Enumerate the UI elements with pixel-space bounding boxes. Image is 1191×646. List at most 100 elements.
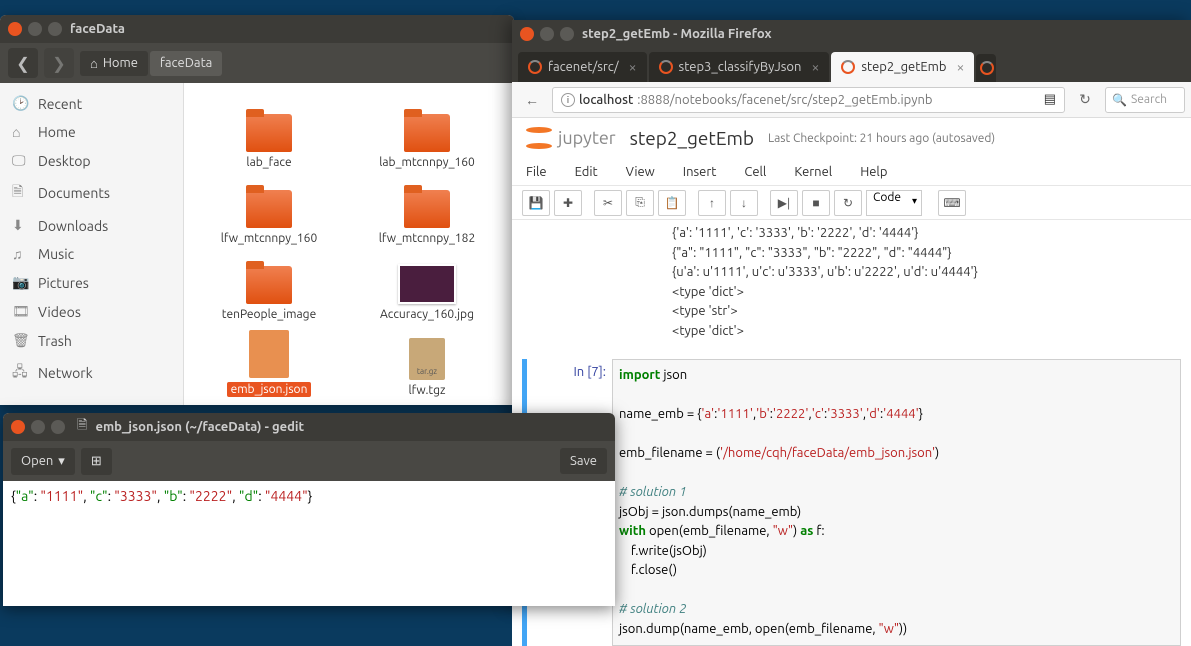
menu-help[interactable]: Help — [860, 165, 887, 179]
sidebar-label: Recent — [38, 96, 82, 112]
file-item[interactable]: emb_json.json — [190, 325, 348, 401]
file-manager-content[interactable]: lab_facelab_mtcnnpy_160lfw_mtcnnpy_160lf… — [184, 83, 514, 405]
sidebar-label: Videos — [38, 304, 81, 320]
sidebar-item-videos[interactable]: 🎞Videos — [0, 297, 183, 326]
jupyter-icon — [526, 125, 552, 151]
breadcrumb-current[interactable]: faceData — [150, 51, 222, 76]
search-input[interactable]: 🔍 Search — [1105, 87, 1185, 113]
restart-button[interactable]: ↻ — [834, 190, 862, 216]
back-button[interactable]: ← — [518, 87, 546, 113]
browser-tab[interactable]: step2_getEmb× — [831, 52, 974, 82]
sidebar-icon: 🖵 — [12, 152, 28, 169]
back-button[interactable]: ❮ — [8, 48, 38, 78]
file-manager-titlebar[interactable]: faceData — [0, 15, 514, 43]
file-item[interactable]: tenPeople_image — [190, 249, 348, 325]
copy-button[interactable]: ⎘ — [626, 190, 654, 216]
sidebar-item-downloads[interactable]: ⬇Downloads — [0, 211, 183, 240]
move-down-button[interactable]: ↓ — [730, 190, 758, 216]
minimize-icon[interactable] — [28, 22, 42, 36]
address-bar: ← i localhost:8888/notebooks/facenet/src… — [512, 82, 1191, 118]
sidebar-label: Home — [38, 124, 76, 140]
sidebar-icon: 🗎 — [12, 181, 28, 205]
file-icon: 🗎 — [77, 416, 87, 438]
file-item[interactable]: lab_mtcnnpy_160 — [348, 97, 506, 173]
command-palette-button[interactable]: ⌨ — [938, 190, 966, 216]
sidebar-icon: 🗑 — [12, 332, 28, 349]
sidebar-icon: 🖧 — [12, 361, 28, 385]
menu-cell[interactable]: Cell — [744, 165, 766, 179]
menu-edit[interactable]: Edit — [575, 165, 598, 179]
file-item[interactable]: lfw_mtcnnpy_160 — [190, 173, 348, 249]
sidebar-item-network[interactable]: 🖧Network — [0, 355, 183, 391]
jupyter-favicon-icon — [528, 60, 542, 74]
sidebar-item-trash[interactable]: 🗑 Trash — [0, 326, 183, 355]
folder-icon — [246, 190, 292, 228]
forward-button[interactable]: ❯ — [44, 48, 74, 78]
url-input[interactable]: i localhost:8888/notebooks/facenet/src/s… — [552, 87, 1065, 113]
sidebar-item-desktop[interactable]: 🖵Desktop — [0, 146, 183, 175]
cut-button[interactable]: ✂ — [594, 190, 622, 216]
close-icon[interactable] — [8, 22, 22, 36]
file-item[interactable]: Accuracy_160.jpg — [348, 249, 506, 325]
jupyter-favicon-icon — [659, 60, 673, 74]
file-item[interactable]: lfw_mtcnnpy_182 — [348, 173, 506, 249]
sidebar-label: Pictures — [38, 275, 89, 291]
run-button[interactable]: ▶| — [770, 190, 798, 216]
paste-button[interactable]: 📋 — [658, 190, 686, 216]
tab-close-icon[interactable]: × — [629, 59, 637, 75]
maximize-icon[interactable] — [560, 27, 574, 41]
new-tab-button[interactable]: ⊞ — [81, 448, 112, 475]
info-icon[interactable]: i — [561, 93, 575, 107]
maximize-icon[interactable] — [51, 420, 65, 434]
firefox-titlebar[interactable]: step2_getEmb - Mozilla Firefox — [512, 20, 1191, 48]
sidebar-item-music[interactable]: ♫Music — [0, 240, 183, 268]
image-icon — [398, 264, 456, 304]
menu-file[interactable]: File — [526, 165, 547, 179]
file-label: lfw_mtcnnpy_160 — [221, 232, 317, 245]
file-label: emb_json.json — [227, 382, 312, 397]
browser-tab[interactable]: facenet/src/× — [518, 52, 647, 82]
minimize-icon[interactable] — [540, 27, 554, 41]
code-editor[interactable]: import json name_emb = {'a':'1111','b':'… — [612, 359, 1181, 646]
close-icon[interactable] — [11, 420, 25, 434]
sidebar-item-documents[interactable]: 🗎Documents — [0, 175, 183, 211]
file-item[interactable]: lfw.tgz — [348, 325, 506, 401]
add-cell-button[interactable]: ✚ — [554, 190, 582, 216]
jupyter-header: jupyter step2_getEmb Last Checkpoint: 21… — [512, 118, 1191, 158]
save-button[interactable]: 💾 — [522, 190, 550, 216]
browser-tab[interactable]: step3_classifyByJson× — [649, 52, 830, 82]
notebook-title[interactable]: step2_getEmb — [630, 127, 754, 149]
file-manager-window: faceData ❮ ❯ ⌂Home faceData 🕑Recent⌂Home… — [0, 15, 514, 405]
file-item[interactable]: lab_face — [190, 97, 348, 173]
sidebar-label: Trash — [38, 333, 72, 349]
cell-type-select[interactable]: Code — [866, 190, 922, 216]
sidebar-item-recent[interactable]: 🕑Recent — [0, 89, 183, 118]
maximize-icon[interactable] — [48, 22, 62, 36]
menu-view[interactable]: View — [626, 165, 655, 179]
close-icon[interactable] — [520, 27, 534, 41]
search-icon: 🔍 — [1112, 93, 1127, 107]
jupyter-logo[interactable]: jupyter — [526, 125, 616, 151]
reload-button[interactable]: ↻ — [1071, 87, 1099, 113]
reader-icon[interactable]: ▤ — [1044, 92, 1056, 107]
save-button[interactable]: Save — [560, 448, 607, 474]
minimize-icon[interactable] — [31, 420, 45, 434]
menu-insert[interactable]: Insert — [683, 165, 717, 179]
text-editor[interactable]: {"a": "1111", "c": "3333", "b": "2222", … — [3, 481, 615, 514]
stop-button[interactable]: ■ — [802, 190, 830, 216]
browser-tab[interactable] — [976, 54, 996, 82]
gedit-titlebar[interactable]: 🗎 emb_json.json (~/faceData) - gedit — [3, 413, 615, 441]
menu-kernel[interactable]: Kernel — [794, 165, 832, 179]
move-up-button[interactable]: ↑ — [698, 190, 726, 216]
sidebar-item-home[interactable]: ⌂Home — [0, 118, 183, 146]
tab-close-icon[interactable]: × — [811, 59, 819, 75]
breadcrumb-home[interactable]: ⌂Home — [80, 51, 148, 76]
open-button[interactable]: Open▾ — [11, 448, 75, 475]
sidebar-icon: ♫ — [12, 246, 28, 262]
sidebar-item-pictures[interactable]: 📷 Pictures — [0, 268, 183, 297]
breadcrumb: ⌂Home faceData — [80, 51, 222, 76]
sidebar-icon: 📷 — [12, 274, 28, 291]
file-label: lab_mtcnnpy_160 — [379, 156, 475, 169]
tab-close-icon[interactable]: × — [956, 59, 964, 75]
code-cell[interactable]: In [7]: import json name_emb = {'a':'111… — [522, 359, 1181, 646]
